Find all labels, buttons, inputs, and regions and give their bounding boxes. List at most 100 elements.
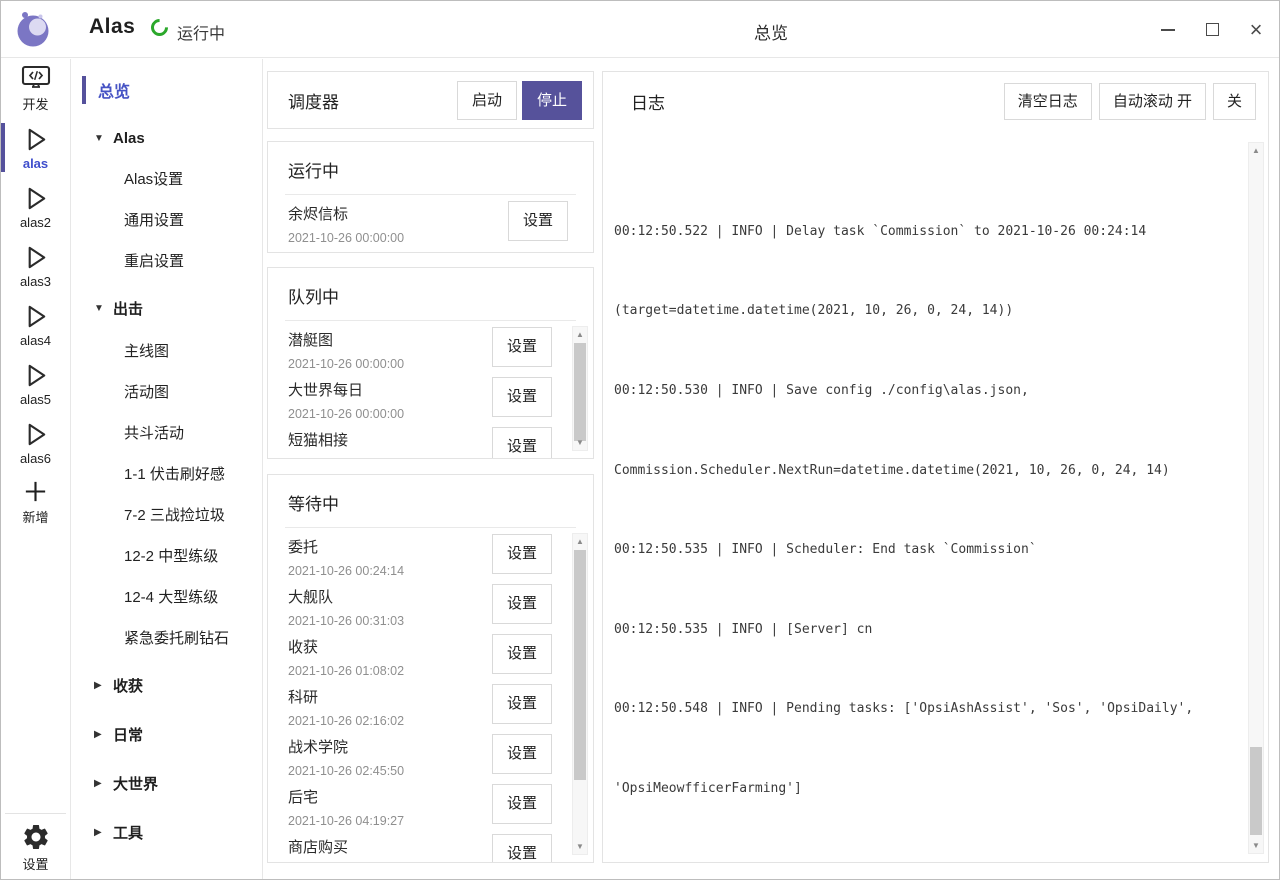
scroll-thumb[interactable]: [574, 343, 586, 441]
menu-item-event-chapter[interactable]: 活动图: [72, 371, 262, 412]
task-setting-button[interactable]: 设置: [508, 201, 568, 241]
menu-item-raid[interactable]: 共斗活动: [72, 412, 262, 453]
log-title: 日志: [631, 89, 997, 114]
task-row: 潜艇图 2021-10-26 00:00:00 设置: [268, 322, 567, 372]
task-row: 收获 2021-10-26 01:08:02 设置: [268, 629, 567, 679]
rail-item-label: alas5: [20, 392, 51, 407]
task-setting-button[interactable]: 设置: [492, 427, 552, 458]
task-setting-button[interactable]: 设置: [492, 584, 552, 624]
caret-down-icon: ▼: [94, 303, 104, 314]
log-output[interactable]: 00:12:50.522 | INFO | Delay task `Commis…: [614, 142, 1242, 854]
scrollbar[interactable]: ▲ ▼: [1248, 142, 1264, 854]
autoscroll-off-button[interactable]: 关: [1213, 83, 1256, 120]
log-line: 'OpsiMeowfficerFarming']: [614, 779, 1242, 799]
menu-item-alas-settings[interactable]: Alas设置: [72, 158, 262, 199]
play-icon: [21, 243, 50, 272]
menu-group-label: 收获: [113, 675, 143, 696]
menu-group-header-sortie[interactable]: ▼ 出击: [72, 287, 262, 330]
task-row: 余烬信标 2021-10-26 00:00:00 设置: [268, 196, 593, 246]
log-line: 00:12:50.548 | INFO | Pending tasks: ['O…: [614, 699, 1242, 719]
rail-item-alas3[interactable]: alas3: [1, 236, 70, 295]
maximize-icon: [1206, 23, 1219, 36]
rail-item-alas2[interactable]: alas2: [1, 177, 70, 236]
task-setting-button[interactable]: 设置: [492, 784, 552, 824]
log-line: 00:12:50.530 | INFO | Save config ./conf…: [614, 381, 1242, 401]
play-icon: [21, 184, 50, 213]
scroll-down-icon[interactable]: ▼: [573, 840, 587, 853]
autoscroll-on-button[interactable]: 自动滚动 开: [1099, 83, 1206, 120]
task-row: 大世界每日 2021-10-26 00:00:00 设置: [268, 372, 567, 422]
task-setting-button[interactable]: 设置: [492, 834, 552, 862]
running-card: 运行中 余烬信标 2021-10-26 00:00:00 设置: [267, 141, 594, 253]
clear-log-button[interactable]: 清空日志: [1004, 83, 1092, 120]
rail-item-label: 开发: [22, 94, 48, 113]
menu-group-header-tools[interactable]: ▶ 工具: [72, 811, 262, 854]
scrollbar[interactable]: ▲ ▼: [572, 326, 588, 451]
log-card: 日志 清空日志 自动滚动 开 关 00:12:50.522 | INFO | D…: [602, 71, 1269, 863]
rail-item-label: 新增: [22, 507, 48, 526]
menu-item-main-chapter[interactable]: 主线图: [72, 330, 262, 371]
rail-item-alas6[interactable]: alas6: [1, 413, 70, 472]
nav-rail: 开发 alas alas2 alas3 alas4 alas5: [1, 59, 71, 879]
menu-item-restart-settings[interactable]: 重启设置: [72, 240, 262, 281]
scroll-down-icon[interactable]: ▼: [1249, 839, 1263, 852]
rail-item-alas5[interactable]: alas5: [1, 354, 70, 413]
task-setting-button[interactable]: 设置: [492, 327, 552, 367]
log-line: 00:12:50.535 | INFO | [Server] cn: [614, 620, 1242, 640]
menu-item-12-4[interactable]: 12-4 大型练级: [72, 576, 262, 617]
log-line: Commission.Scheduler.NextRun=datetime.da…: [614, 461, 1242, 481]
menu-group-daily: ▶ 日常: [72, 713, 262, 756]
scheduler-card: 调度器 启动 停止: [267, 71, 594, 129]
close-button[interactable]: ×: [1247, 21, 1265, 39]
rail-item-settings[interactable]: 设置: [5, 813, 66, 873]
menu-group-header-daily[interactable]: ▶ 日常: [72, 713, 262, 756]
caret-right-icon: ▶: [94, 729, 104, 740]
rail-item-label: alas6: [20, 451, 51, 466]
menu-item-overview[interactable]: 总览: [72, 73, 262, 107]
scroll-down-icon[interactable]: ▼: [573, 436, 587, 449]
menu-group-header-alas[interactable]: ▼ Alas: [72, 119, 262, 158]
menu-group-label: 日常: [113, 724, 143, 745]
task-row: 短猫相接 2021-10-26 00:00:00 设置: [268, 422, 567, 458]
task-setting-button[interactable]: 设置: [492, 534, 552, 574]
rail-item-alas[interactable]: alas: [1, 118, 70, 177]
task-setting-button[interactable]: 设置: [492, 684, 552, 724]
menu-item-7-2[interactable]: 7-2 三战捡垃圾: [72, 494, 262, 535]
menu-item-1-1[interactable]: 1-1 伏击刷好感: [72, 453, 262, 494]
task-row: 大舰队 2021-10-26 00:31:03 设置: [268, 579, 567, 629]
play-icon: [21, 361, 50, 390]
start-button[interactable]: 启动: [457, 81, 517, 120]
window-controls: ×: [1159, 1, 1265, 58]
waiting-list: 委托 2021-10-26 00:24:14 设置 大舰队 2021-10-26…: [268, 529, 567, 862]
task-setting-button[interactable]: 设置: [492, 634, 552, 674]
plus-icon: [22, 478, 49, 505]
stop-button[interactable]: 停止: [522, 81, 582, 120]
menu-item-12-2[interactable]: 12-2 中型练级: [72, 535, 262, 576]
scroll-thumb[interactable]: [1250, 747, 1262, 835]
menu-item-general-settings[interactable]: 通用设置: [72, 199, 262, 240]
minimize-icon: [1161, 29, 1175, 31]
maximize-button[interactable]: [1203, 21, 1221, 39]
scroll-up-icon[interactable]: ▲: [1249, 144, 1263, 157]
rail-item-alas4[interactable]: alas4: [1, 295, 70, 354]
rail-item-dev[interactable]: 开发: [1, 59, 70, 118]
task-setting-button[interactable]: 设置: [492, 377, 552, 417]
task-setting-button[interactable]: 设置: [492, 734, 552, 774]
rail-item-add[interactable]: 新增: [1, 472, 70, 531]
menu-item-urgent-commission[interactable]: 紧急委托刷钻石: [72, 617, 262, 658]
menu-group-label: 大世界: [113, 773, 158, 794]
menu-group-header-reward[interactable]: ▶ 收获: [72, 664, 262, 707]
log-header: 日志 清空日志 自动滚动 开 关: [603, 72, 1268, 120]
queue-title: 队列中: [268, 268, 593, 318]
scroll-up-icon[interactable]: ▲: [573, 535, 587, 548]
scroll-thumb[interactable]: [574, 550, 586, 780]
scroll-up-icon[interactable]: ▲: [573, 328, 587, 341]
menu-group-header-opsi[interactable]: ▶ 大世界: [72, 762, 262, 805]
queue-list: 潜艇图 2021-10-26 00:00:00 设置 大世界每日 2021-10…: [268, 322, 567, 458]
caret-right-icon: ▶: [94, 827, 104, 838]
scrollbar[interactable]: ▲ ▼: [572, 533, 588, 855]
divider: [285, 320, 576, 321]
rail-item-label: alas3: [20, 274, 51, 289]
close-icon: ×: [1250, 21, 1263, 39]
minimize-button[interactable]: [1159, 21, 1177, 39]
